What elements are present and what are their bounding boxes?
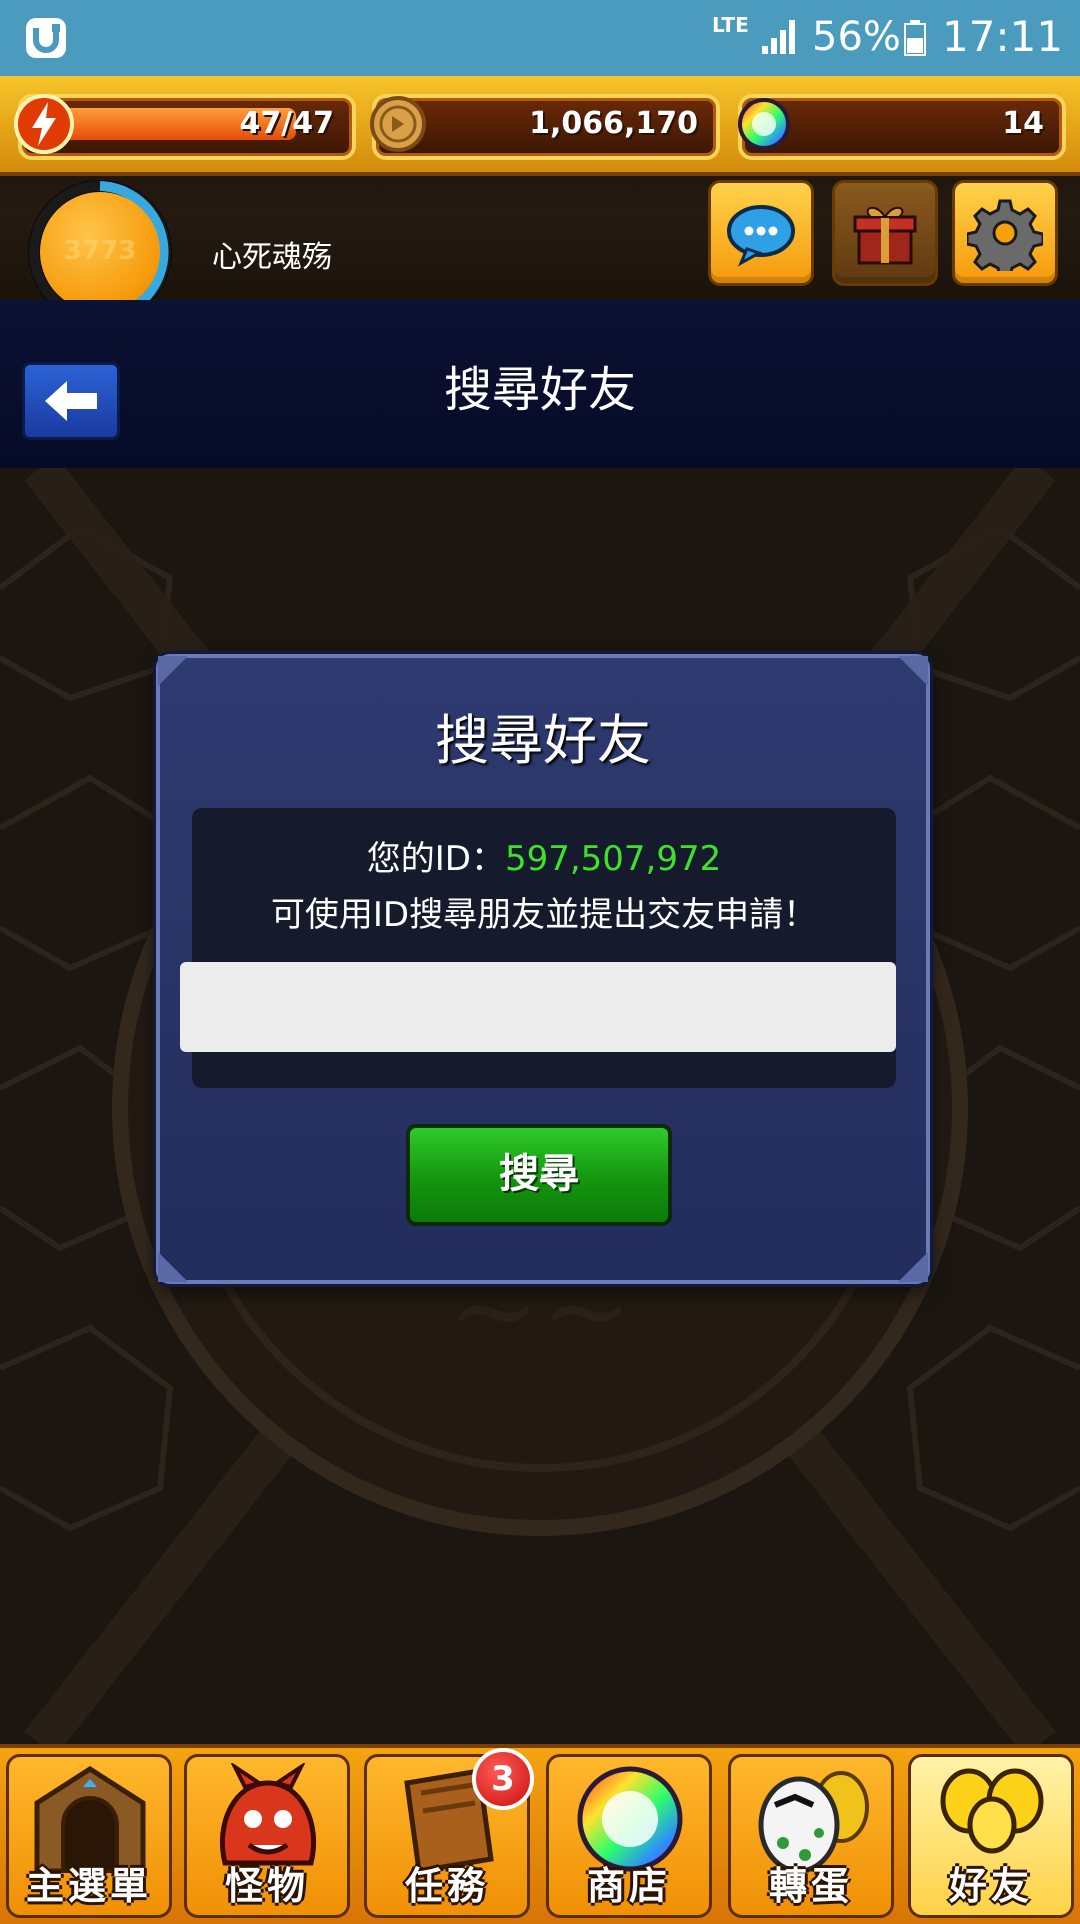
coin-value: 1,066,170 <box>529 106 698 141</box>
bottom-navigation: 主選單 怪物 任務 商店 轉蛋 好友 <box>0 1744 1080 1924</box>
network-type: LTE <box>712 13 749 37</box>
battery-percent: 56% <box>812 14 901 60</box>
nav-label: 怪物 <box>224 1864 309 1908</box>
search-hint: 可使用ID搜尋朋友並提出交友申請！ <box>270 895 818 935</box>
dialog-corner <box>898 1252 928 1282</box>
orb-value: 14 <box>1002 106 1044 141</box>
dialog-corner <box>898 656 928 686</box>
dialog-title: 搜尋好友 <box>435 709 651 772</box>
title-bar: 搜尋好友 <box>0 300 1080 470</box>
battery-icon <box>904 20 926 56</box>
clock: 17:11 <box>942 12 1064 61</box>
egg-icon <box>758 1771 869 1873</box>
nav-monsters[interactable]: 怪物 <box>184 1754 350 1918</box>
search-button[interactable]: 搜尋 <box>406 1124 672 1226</box>
resource-bar: 47/47 1,066,170 14 <box>0 76 1080 176</box>
nav-label: 好友 <box>948 1864 1033 1908</box>
gear-icon <box>967 199 1043 271</box>
carrier-u-icon <box>26 18 66 58</box>
rainbow-orb-icon <box>577 1766 683 1872</box>
player-level: 3773 <box>63 236 137 266</box>
signal-icon <box>762 20 795 54</box>
nav-main-menu[interactable]: 主選單 <box>6 1754 172 1918</box>
nav-label: 任務 <box>404 1864 489 1908</box>
nav-gacha[interactable]: 轉蛋 <box>728 1754 894 1918</box>
rainbow-orb-icon <box>738 98 790 150</box>
settings-button[interactable] <box>952 180 1058 286</box>
player-id-value: 597,507,972 <box>504 839 722 879</box>
coin-counter: 1,066,170 <box>370 94 720 160</box>
chat-bubble-icon <box>727 205 795 267</box>
friend-id-input[interactable] <box>180 962 896 1052</box>
energy-meter: 47/47 <box>14 94 356 160</box>
dialog-corner <box>158 656 188 686</box>
id-label: 您的ID： <box>366 839 505 879</box>
page-title: 搜尋好友 <box>443 362 636 418</box>
lightning-icon <box>14 94 74 154</box>
balloons-icon <box>940 1768 1044 1854</box>
orb-counter: 14 <box>738 94 1066 160</box>
player-id-line: 您的ID：597,507,972 <box>192 836 896 882</box>
energy-value: 47/47 <box>239 106 334 141</box>
game-header: 47/47 1,066,170 14 3773 心死魂殇 <box>0 76 1080 324</box>
nav-label: 轉蛋 <box>768 1864 853 1908</box>
username: 心死魂殇 <box>212 240 332 275</box>
nav-label: 主選單 <box>25 1864 152 1908</box>
gift-icon <box>853 206 917 265</box>
gift-button[interactable] <box>832 180 938 286</box>
nav-label: 商店 <box>586 1864 671 1908</box>
status-bar: LTE 56% 17:11 <box>0 0 1080 76</box>
nav-shop[interactable]: 商店 <box>546 1754 712 1918</box>
gate-icon <box>34 1766 146 1873</box>
monster-icon <box>219 1763 317 1866</box>
dialog-corner <box>158 1252 188 1282</box>
nav-friends[interactable]: 好友 <box>908 1754 1074 1918</box>
quest-count-badge: 3 <box>472 1748 534 1810</box>
chat-button[interactable] <box>708 180 814 286</box>
gold-coin-icon <box>370 96 426 152</box>
